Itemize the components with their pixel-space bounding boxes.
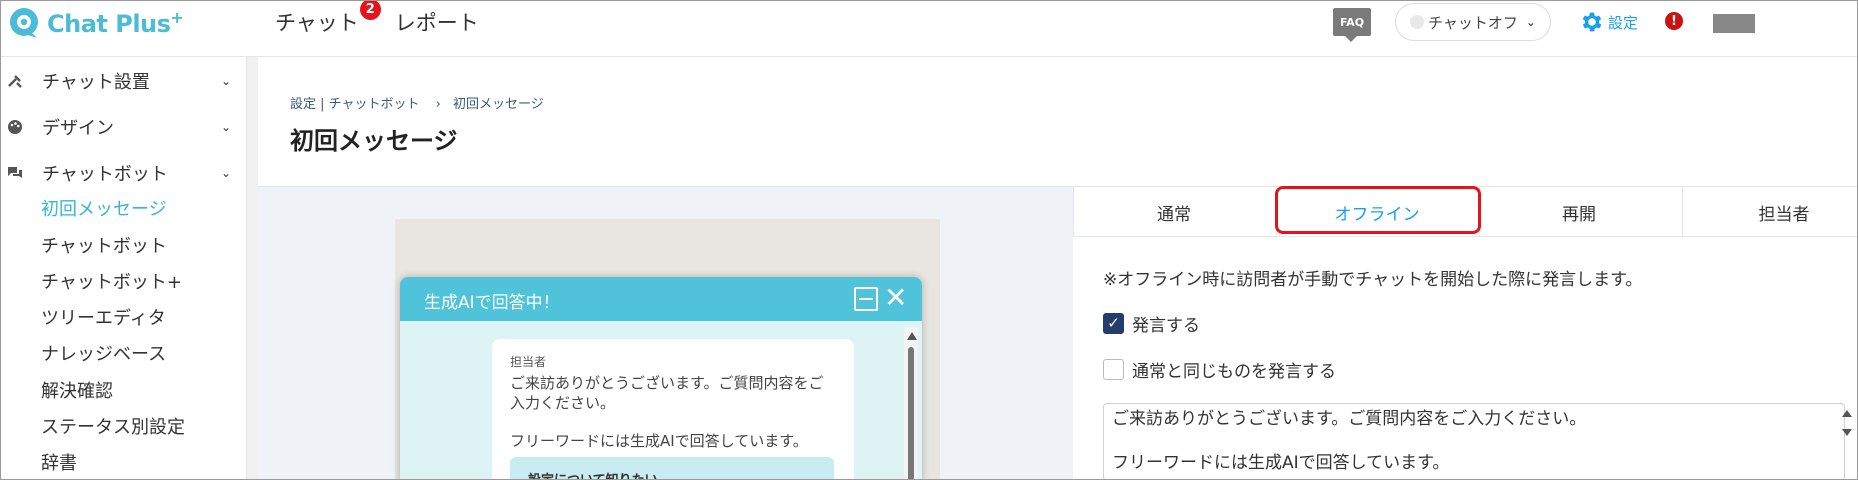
sidebar-item-tree-editor[interactable]: ツリーエディタ — [41, 304, 166, 330]
message-sender: 担当者 — [510, 355, 547, 369]
sidebar-item-chatbot-plus[interactable]: チャットボット+ — [41, 268, 182, 294]
tab-divider — [1682, 187, 1683, 237]
chevron-down-icon: ⌄ — [221, 120, 232, 134]
status-dot-icon — [1410, 15, 1424, 29]
chat-scroll-thumb[interactable] — [908, 347, 914, 479]
chevron-down-icon: ⌄ — [1525, 15, 1536, 29]
settings-link[interactable]: 設定 — [1579, 9, 1638, 35]
chat-message-bubble: 担当者 ご来訪ありがとうございます。ご質問内容をご入力ください。 フリーワードに… — [492, 339, 854, 479]
page-title: 初回メッセージ — [290, 127, 458, 155]
breadcrumb-settings[interactable]: 設定 | チャットボット — [290, 97, 420, 112]
sidebar-group-chat-setup[interactable]: チャット設置 ⌄ — [1, 65, 246, 97]
palette-icon — [8, 120, 22, 134]
nav-chat[interactable]: チャット 2 — [275, 1, 381, 37]
chat-preview-header: 生成AIで回答中！ ✕ — [400, 277, 922, 321]
offline-note: ※オフライン時に訪問者が手動でチャットを開始した際に発言します。 — [1103, 270, 1643, 290]
chevron-down-icon: ⌄ — [221, 74, 232, 88]
sidebar-item-resolution[interactable]: 解決確認 — [41, 377, 113, 403]
textarea-scrollbar[interactable] — [1839, 403, 1853, 479]
tab-assignee[interactable]: 担当者 — [1684, 187, 1857, 237]
faq-label: FAQ — [1339, 15, 1365, 29]
sidebar-group-label: チャットボット — [42, 164, 168, 185]
checkbox-same-as-normal[interactable] — [1103, 358, 1124, 380]
gear-icon — [1582, 12, 1602, 32]
sidebar-group-label: デザイン — [42, 118, 114, 139]
chat-preview-window: 生成AIで回答中！ ✕ 担当者 ご来訪ありがとうございます。ご質問内容をご入力く… — [400, 277, 922, 479]
nav-chat-label: チャット — [275, 11, 359, 35]
message-text: ご来訪ありがとうございます。ご質問内容をご入力ください。 — [510, 374, 824, 412]
sidebar-scrollbar[interactable] — [246, 57, 258, 479]
scroll-down-arrow-icon[interactable] — [1842, 429, 1852, 436]
logo-chat-icon — [10, 8, 38, 38]
nav-report-label: レポート — [394, 11, 479, 35]
textarea-line-2: フリーワードには生成AIで回答しています。 — [1112, 453, 1450, 473]
sidebar-group-label: チャット設置 — [42, 72, 150, 93]
checkbox-speak-row[interactable]: ✓ 発言する — [1103, 311, 1200, 336]
sidebar-item-chatbot[interactable]: チャットボット — [41, 232, 167, 258]
nav-chat-badge: 2 — [359, 1, 381, 20]
faq-button[interactable]: FAQ — [1333, 8, 1371, 42]
textarea-line-1: ご来訪ありがとうございます。ご質問内容をご入力ください。 — [1112, 409, 1587, 429]
checkbox-speak-label: 発言する — [1132, 315, 1200, 336]
app-window: Chat Plus+ チャット 2 レポート FAQ チャットオフ ⌄ 設定 ! — [0, 0, 1858, 480]
alert-mark: ! — [1671, 13, 1677, 29]
sidebar-item-dictionary[interactable]: 辞書 — [41, 449, 77, 475]
scroll-up-arrow-icon[interactable] — [1842, 410, 1852, 417]
sidebar-item-status-settings[interactable]: ステータス別設定 — [41, 413, 185, 439]
tools-icon — [8, 75, 22, 88]
chat-status-label: チャットオフ — [1428, 13, 1518, 32]
checkbox-speak[interactable]: ✓ — [1103, 312, 1124, 334]
chat-preview-title: 生成AIで回答中！ — [424, 293, 560, 313]
chat-status-select[interactable]: チャットオフ ⌄ — [1395, 3, 1551, 41]
settings-label: 設定 — [1608, 13, 1639, 32]
nav-report[interactable]: レポート — [395, 7, 479, 37]
breadcrumb: 設定 | チャットボット › 初回メッセージ — [290, 93, 548, 112]
minimize-icon[interactable] — [854, 287, 878, 311]
alert-icon[interactable]: ! — [1665, 12, 1683, 30]
sidebar-item-knowledge-base[interactable]: ナレッジベース — [41, 340, 166, 366]
top-header: Chat Plus+ チャット 2 レポート FAQ チャットオフ ⌄ 設定 ! — [1, 1, 1857, 57]
breadcrumb-separator: › — [435, 97, 441, 112]
message-text-ai: フリーワードには生成AIで回答しています。 — [510, 432, 808, 450]
tab-resume[interactable]: 再開 — [1479, 187, 1679, 237]
sidebar-group-design[interactable]: デザイン ⌄ — [1, 111, 246, 143]
checkbox-same-label: 通常と同じものを発言する — [1132, 361, 1336, 382]
chat-option-button[interactable]: 設定について知りたい — [510, 457, 834, 479]
top-nav: チャット 2 レポート — [275, 1, 501, 37]
user-avatar[interactable] — [1713, 14, 1755, 33]
logo-text: Chat Plus+ — [47, 8, 184, 38]
sidebar-item-first-message[interactable]: 初回メッセージ — [41, 195, 167, 221]
tab-offline-highlight — [1275, 186, 1481, 234]
breadcrumb-current: 初回メッセージ — [453, 97, 544, 112]
app-logo[interactable]: Chat Plus+ — [7, 3, 184, 43]
tab-normal[interactable]: 通常 — [1074, 187, 1274, 237]
chat-bubbles-icon — [8, 167, 22, 178]
page-header: 設定 | チャットボット › 初回メッセージ 初回メッセージ — [258, 57, 1857, 187]
scroll-up-arrow-icon[interactable] — [907, 332, 917, 340]
chevron-down-icon: ⌄ — [221, 166, 232, 180]
checkbox-same-row[interactable]: 通常と同じものを発言する — [1103, 357, 1336, 382]
sidebar-group-chatbot[interactable]: チャットボット ⌄ — [1, 157, 246, 189]
sidebar: チャット設置 ⌄ デザイン ⌄ チャットボット ⌄ 初回メッセージ チャットボッ… — [1, 57, 246, 479]
close-icon[interactable]: ✕ — [884, 281, 907, 314]
offline-message-textarea[interactable]: ご来訪ありがとうございます。ご質問内容をご入力ください。 フリーワードには生成A… — [1103, 403, 1845, 479]
